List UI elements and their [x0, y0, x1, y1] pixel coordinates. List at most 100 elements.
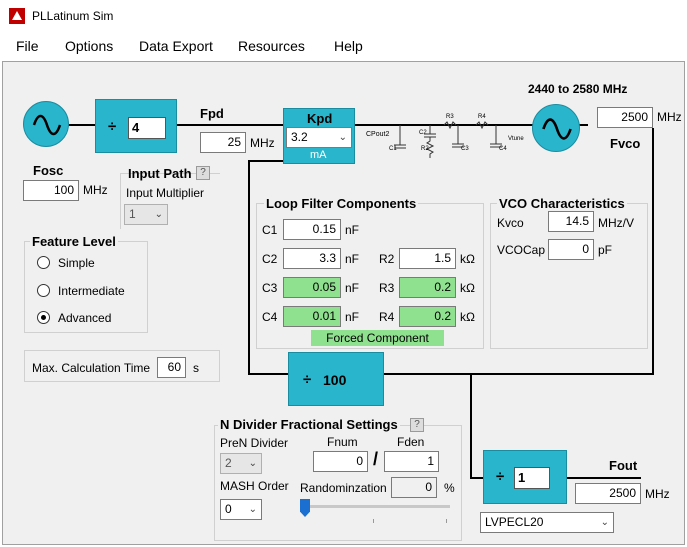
wire [567, 477, 641, 479]
intermediate-label: Intermediate [58, 284, 125, 298]
wire [248, 373, 288, 375]
wire [248, 160, 250, 375]
schematic-c2-label: C2 [419, 130, 427, 136]
divide-symbol: ÷ [108, 118, 117, 135]
kvco-unit: MHz/V [598, 216, 634, 230]
pren-select[interactable]: 2 ⌄ [220, 453, 262, 474]
vco-characteristics-title: VCO Characteristics [497, 196, 627, 211]
c2-input[interactable]: 3.3 [283, 248, 341, 269]
divide-symbol: ÷ [303, 371, 312, 388]
randomization-label: Randominzation [300, 481, 387, 495]
menu-data-export[interactable]: Data Export [139, 38, 213, 54]
input-path-help-icon[interactable]: ? [196, 166, 210, 180]
wire [384, 373, 654, 375]
output-format-select[interactable]: LVPECL20 ⌄ [480, 512, 614, 533]
wire [470, 373, 472, 478]
randomization-slider-track [300, 505, 450, 508]
menu-options[interactable]: Options [65, 38, 113, 54]
c3-unit: nF [345, 281, 360, 295]
chevron-down-icon: ⌄ [248, 504, 257, 515]
randomization-value: 0 [391, 477, 437, 498]
fvco-label: Fvco [610, 136, 641, 151]
input-multiplier-select[interactable]: 1 ⌄ [124, 204, 168, 225]
chevron-down-icon: ⌄ [600, 517, 609, 528]
max-calc-input[interactable]: 60 [157, 357, 186, 378]
max-calc-label: Max. Calculation Time [32, 361, 151, 375]
fvco-input[interactable]: 2500 [597, 107, 653, 128]
advanced-label: Advanced [58, 311, 112, 325]
r3-label: R3 [379, 281, 395, 295]
fpd-unit: MHz [250, 136, 275, 150]
schematic-r3-label: R3 [446, 114, 454, 120]
input-multiplier-value: 1 [129, 207, 136, 221]
wire [652, 128, 654, 374]
wire [68, 124, 96, 126]
pren-value: 2 [225, 456, 232, 470]
menu-bar: File Options Data Export Resources Help [0, 34, 687, 60]
input-path-title: Input Path [128, 166, 192, 181]
r3-unit: kΩ [460, 281, 475, 295]
pren-label: PreN Divider [220, 436, 289, 450]
kpd-label: Kpd [307, 111, 333, 126]
fden-input[interactable]: 1 [384, 451, 439, 472]
fosc-input[interactable]: 100 [23, 180, 79, 201]
n-divider-value: 100 [323, 372, 347, 388]
wire [248, 160, 284, 162]
title-bar: PLLatinum Sim [0, 0, 687, 34]
c1-input[interactable]: 0.15 [283, 219, 341, 240]
mash-label: MASH Order [220, 479, 289, 493]
fractional-help-icon[interactable]: ? [410, 418, 424, 432]
simple-label: Simple [58, 256, 95, 270]
fosc-unit: MHz [83, 183, 108, 197]
vco-oscillator [532, 104, 580, 152]
chevron-down-icon: ⌄ [248, 458, 257, 469]
forced-component-legend: Forced Component [311, 330, 444, 346]
c4-unit: nF [345, 310, 360, 324]
output-format-value: LVPECL20 [485, 515, 544, 529]
fosc-label: Fosc [33, 163, 64, 178]
sine-wave-icon [32, 114, 62, 136]
reference-oscillator [23, 101, 69, 147]
vco-range: 2440 to 2580 MHz [528, 82, 628, 96]
slider-tick [446, 519, 447, 523]
fout-unit: MHz [645, 487, 670, 501]
c1-unit: nF [345, 223, 360, 237]
menu-resources[interactable]: Resources [238, 38, 305, 54]
wire [176, 124, 284, 126]
divide-symbol: ÷ [496, 468, 505, 485]
c3-input[interactable]: 0.05 [283, 277, 341, 298]
vcocap-input[interactable]: 0 [548, 239, 594, 260]
simple-radio[interactable] [37, 256, 50, 269]
r-divider-input[interactable]: 4 [128, 117, 166, 139]
randomization-unit: % [444, 481, 455, 495]
mash-select[interactable]: 0 ⌄ [220, 499, 262, 520]
r3-input[interactable]: 0.2 [399, 277, 456, 298]
vcocap-unit: pF [598, 243, 613, 257]
menu-file[interactable]: File [16, 38, 39, 54]
chevron-down-icon: ⌄ [338, 132, 347, 143]
schematic-r2-label: R2 [421, 146, 429, 152]
r2-label: R2 [379, 252, 395, 266]
menu-help[interactable]: Help [334, 38, 363, 54]
input-multiplier-label: Input Multiplier [126, 186, 205, 200]
output-divider-block: ÷ 1 [483, 450, 567, 504]
r2-input[interactable]: 1.5 [399, 248, 456, 269]
r4-input[interactable]: 0.2 [399, 306, 456, 327]
kpd-select[interactable]: 3.2 ⌄ [286, 127, 352, 148]
output-divider-input[interactable]: 1 [514, 467, 550, 489]
intermediate-radio[interactable] [37, 284, 50, 297]
kvco-input[interactable]: 14.5 [548, 211, 594, 232]
c4-input[interactable]: 0.01 [283, 306, 341, 327]
schematic-c1-label: C1 [389, 146, 397, 152]
fout-label: Fout [609, 458, 638, 473]
schematic-r4-label: R4 [478, 114, 486, 120]
advanced-radio[interactable] [37, 311, 50, 324]
n-divider-block: ÷ 100 [288, 352, 384, 406]
max-calc-unit: s [193, 361, 199, 375]
fden-label: Fden [397, 435, 425, 449]
c1-label: C1 [262, 223, 278, 237]
window-title: PLLatinum Sim [32, 9, 114, 23]
fpd-label: Fpd [200, 106, 224, 121]
fnum-input[interactable]: 0 [313, 451, 368, 472]
cpout-label: CPout2 [366, 131, 389, 138]
